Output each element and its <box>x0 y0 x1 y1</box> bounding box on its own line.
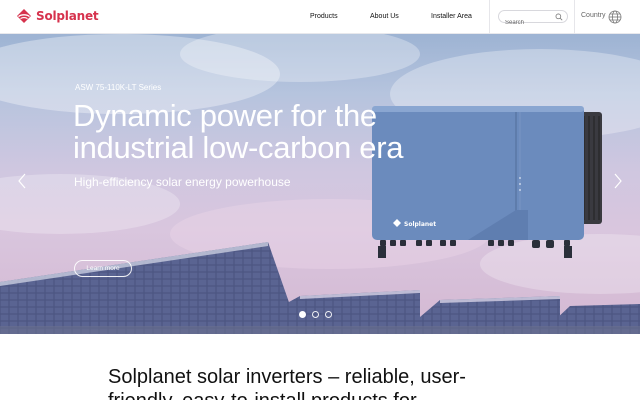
search-box[interactable] <box>498 10 568 29</box>
carousel-dot[interactable] <box>312 311 319 318</box>
inverter-brand-label: Solplanet <box>404 221 436 228</box>
globe-icon[interactable] <box>608 10 622 24</box>
site-header: Solplanet Products About Us Installer Ar… <box>0 0 640 34</box>
search-input[interactable] <box>505 17 557 29</box>
nav-installer-area[interactable]: Installer Area <box>431 13 472 20</box>
hero-subhead: High-efficiency solar energy powerhouse <box>74 175 291 189</box>
intro-heading: Solplanet solar inverters – reliable, us… <box>108 366 466 400</box>
logo-text: Solplanet <box>36 9 99 23</box>
learn-more-button[interactable]: Learn more <box>74 260 132 277</box>
chevron-left-icon[interactable] <box>16 172 28 190</box>
chevron-right-icon[interactable] <box>612 172 624 190</box>
nav-about-us[interactable]: About Us <box>370 13 399 20</box>
search-icon[interactable] <box>555 13 563 21</box>
hero-series-label: ASW 75-110K-LT Series <box>75 83 162 92</box>
header-divider <box>489 0 490 34</box>
carousel-dot[interactable] <box>299 311 306 318</box>
country-selector[interactable]: Country <box>581 12 606 19</box>
carousel-dot[interactable] <box>325 311 332 318</box>
nav-products[interactable]: Products <box>310 13 338 20</box>
carousel-pagination <box>299 311 332 318</box>
hero-carousel: Solplanet ASW 75-110K-LT Series Dynamic … <box>0 34 640 334</box>
hero-headline: Dynamic power for the industrial low-car… <box>73 98 404 165</box>
solplanet-logo-icon <box>17 9 31 23</box>
header-divider <box>574 0 575 34</box>
brand-logo[interactable]: Solplanet <box>16 8 99 24</box>
